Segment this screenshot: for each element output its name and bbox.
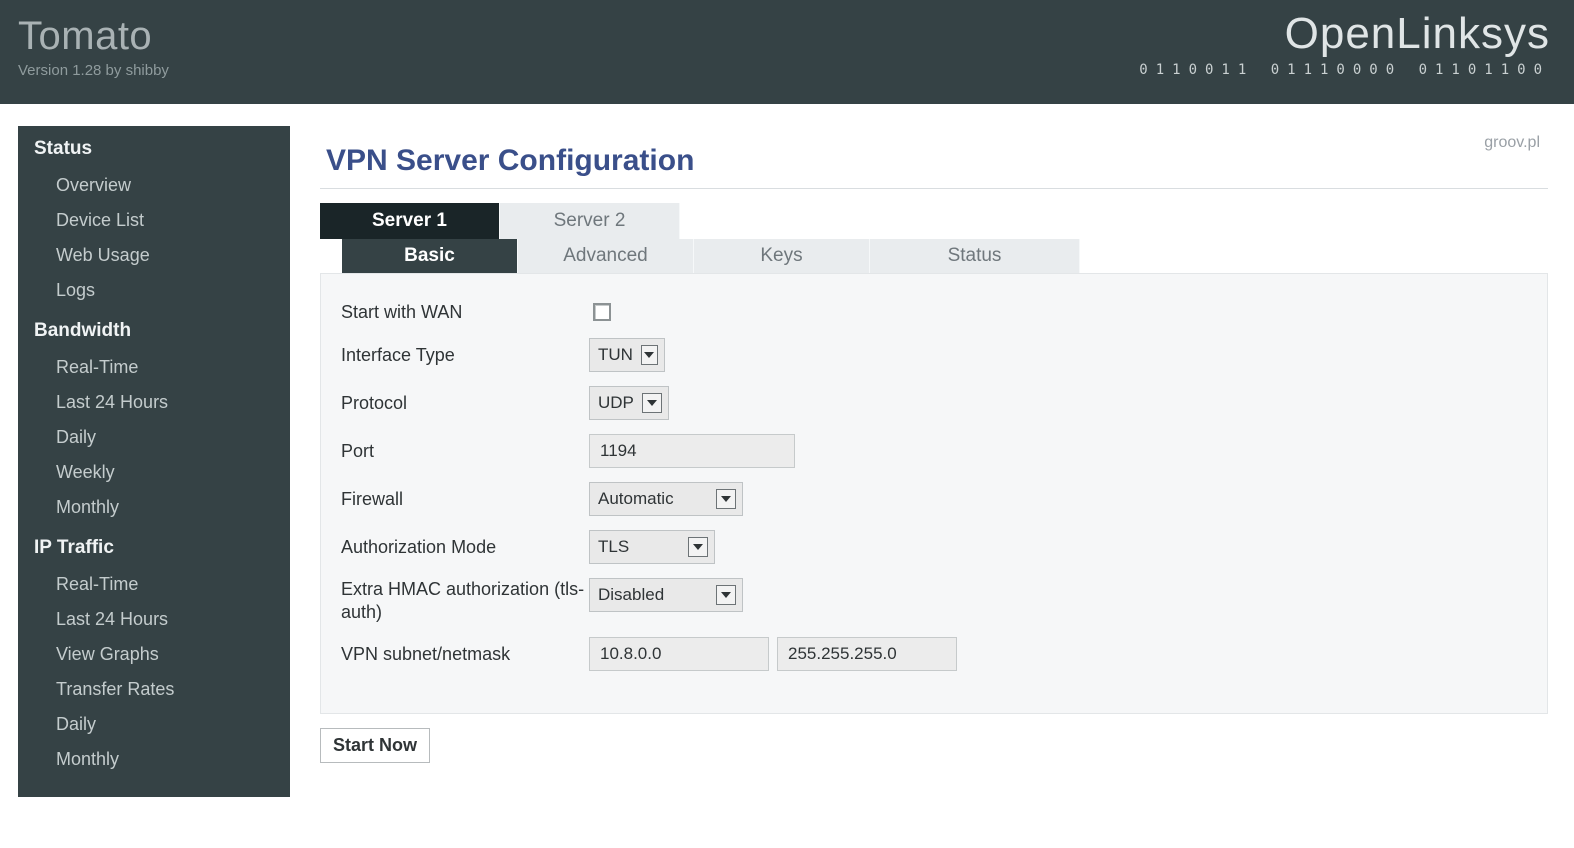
sidebar-item-overview[interactable]: Overview	[18, 168, 290, 203]
sidebar-item-ipt-viewgraphs[interactable]: View Graphs	[18, 637, 290, 672]
title-divider	[320, 188, 1548, 189]
tab-server-1[interactable]: Server 1	[320, 203, 500, 239]
select-interface-type-value: TUN	[598, 345, 633, 365]
chevron-down-icon	[716, 585, 736, 605]
sidebar-section-bandwidth: Bandwidth	[18, 308, 290, 350]
tab-server-2[interactable]: Server 2	[500, 203, 680, 239]
label-port: Port	[341, 440, 589, 463]
select-protocol[interactable]: UDP	[589, 386, 669, 420]
row-interface-type: Interface Type TUN	[341, 338, 1527, 372]
subtab-basic[interactable]: Basic	[342, 239, 518, 273]
sidebar-item-web-usage[interactable]: Web Usage	[18, 238, 290, 273]
row-subnet: VPN subnet/netmask	[341, 637, 1527, 671]
sidebar-item-ipt-monthly[interactable]: Monthly	[18, 742, 290, 777]
sidebar-item-bw-last24[interactable]: Last 24 Hours	[18, 385, 290, 420]
chevron-down-icon	[716, 489, 736, 509]
input-vpn-netmask[interactable]	[777, 637, 957, 671]
select-firewall-value: Automatic	[598, 489, 674, 509]
select-protocol-value: UDP	[598, 393, 634, 413]
sidebar: Status Overview Device List Web Usage Lo…	[18, 126, 290, 797]
select-hmac[interactable]: Disabled	[589, 578, 743, 612]
sidebar-section-status: Status	[18, 126, 290, 168]
label-subnet: VPN subnet/netmask	[341, 643, 589, 666]
select-auth-mode[interactable]: TLS	[589, 530, 715, 564]
row-hmac: Extra HMAC authorization (tls-auth) Disa…	[341, 578, 1527, 623]
sidebar-item-ipt-transferrates[interactable]: Transfer Rates	[18, 672, 290, 707]
select-hmac-value: Disabled	[598, 585, 664, 605]
sidebar-section-iptraffic: IP Traffic	[18, 525, 290, 567]
chevron-down-icon	[642, 393, 662, 413]
brand-title: Tomato	[18, 16, 169, 56]
main-content: groov.pl VPN Server Configuration Server…	[320, 126, 1556, 763]
sidebar-item-bw-monthly[interactable]: Monthly	[18, 490, 290, 525]
row-start-with-wan: Start with WAN	[341, 300, 1527, 324]
brand-logo: OpenLinksys	[1139, 12, 1550, 56]
label-firewall: Firewall	[341, 488, 589, 511]
settings-panel: Start with WAN Interface Type TUN Protoc…	[320, 273, 1548, 714]
sidebar-item-ipt-last24[interactable]: Last 24 Hours	[18, 602, 290, 637]
label-start-with-wan: Start with WAN	[341, 301, 589, 324]
select-auth-mode-value: TLS	[598, 537, 629, 557]
start-now-button[interactable]: Start Now	[320, 728, 430, 763]
sidebar-item-bw-realtime[interactable]: Real-Time	[18, 350, 290, 385]
row-protocol: Protocol UDP	[341, 386, 1527, 420]
checkbox-start-with-wan[interactable]	[593, 303, 611, 321]
brand-logo-sub: 0110011 01110000 01101100	[1139, 62, 1550, 78]
sidebar-item-bw-daily[interactable]: Daily	[18, 420, 290, 455]
input-vpn-subnet[interactable]	[589, 637, 769, 671]
header-left: Tomato Version 1.28 by shibby	[18, 12, 169, 79]
sidebar-item-ipt-realtime[interactable]: Real-Time	[18, 567, 290, 602]
top-link[interactable]: groov.pl	[1484, 134, 1540, 152]
sub-tabs: Basic Advanced Keys Status	[342, 239, 1548, 273]
label-interface-type: Interface Type	[341, 344, 589, 367]
row-port: Port	[341, 434, 1527, 468]
row-auth-mode: Authorization Mode TLS	[341, 530, 1527, 564]
chevron-down-icon	[688, 537, 708, 557]
server-tabs: Server 1 Server 2	[320, 203, 1548, 239]
version-text: Version 1.28 by shibby	[18, 62, 169, 79]
sidebar-item-ipt-daily[interactable]: Daily	[18, 707, 290, 742]
label-protocol: Protocol	[341, 392, 589, 415]
label-auth-mode: Authorization Mode	[341, 536, 589, 559]
row-firewall: Firewall Automatic	[341, 482, 1527, 516]
subtab-keys[interactable]: Keys	[694, 239, 870, 273]
page-title: VPN Server Configuration	[326, 144, 1548, 178]
app-header: Tomato Version 1.28 by shibby OpenLinksy…	[0, 0, 1574, 104]
sidebar-item-bw-weekly[interactable]: Weekly	[18, 455, 290, 490]
subtab-status[interactable]: Status	[870, 239, 1080, 273]
select-firewall[interactable]: Automatic	[589, 482, 743, 516]
label-hmac: Extra HMAC authorization (tls-auth)	[341, 578, 589, 623]
sidebar-item-logs[interactable]: Logs	[18, 273, 290, 308]
header-right: OpenLinksys 0110011 01110000 01101100	[1139, 12, 1550, 78]
select-interface-type[interactable]: TUN	[589, 338, 665, 372]
input-port[interactable]	[589, 434, 795, 468]
subtab-advanced[interactable]: Advanced	[518, 239, 694, 273]
chevron-down-icon	[641, 345, 658, 365]
sidebar-item-device-list[interactable]: Device List	[18, 203, 290, 238]
